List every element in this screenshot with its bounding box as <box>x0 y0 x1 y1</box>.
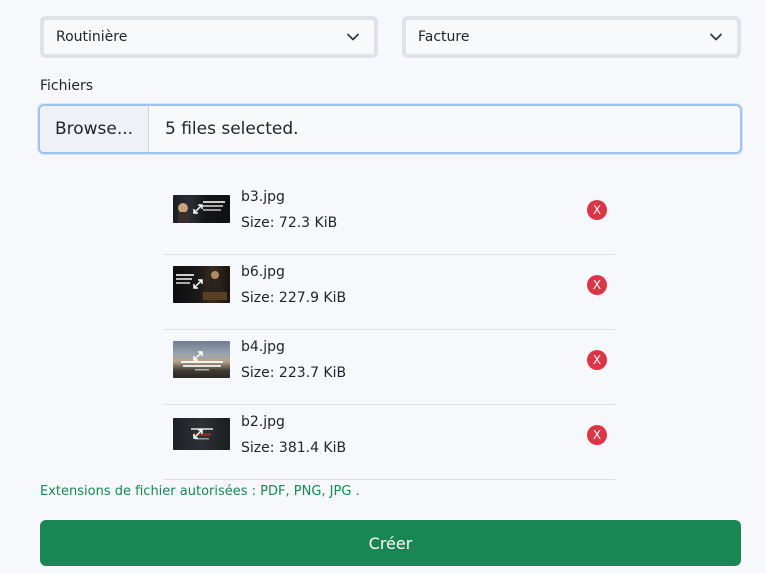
expand-icon <box>193 429 203 439</box>
file-name: b2.jpg <box>241 414 285 430</box>
file-name: b3.jpg <box>241 189 285 205</box>
file-size: Size: 72.3 KiB <box>241 215 338 231</box>
expand-icon <box>193 204 203 214</box>
file-thumbnail[interactable] <box>173 195 230 223</box>
file-input-status: 5 files selected. <box>165 119 299 139</box>
expand-icon <box>193 279 203 289</box>
file-thumbnail[interactable] <box>173 418 230 450</box>
create-button[interactable]: Créer <box>40 520 741 566</box>
file-size: Size: 227.9 KiB <box>241 290 347 306</box>
expand-icon <box>193 351 203 361</box>
file-input[interactable]: Browse... 5 files selected. <box>38 104 742 154</box>
file-list-item: b4.jpg Size: 223.7 KiB X <box>164 330 615 405</box>
file-size: Size: 381.4 KiB <box>241 440 347 456</box>
type-select[interactable]: Routinière <box>40 16 378 58</box>
browse-button[interactable]: Browse... <box>40 106 149 152</box>
files-label: Fichiers <box>40 78 94 94</box>
file-list-item: b2.jpg Size: 381.4 KiB X <box>164 405 615 480</box>
file-list-item: b3.jpg Size: 72.3 KiB X <box>164 180 615 255</box>
file-list-item: b6.jpg Size: 227.9 KiB X <box>164 255 615 330</box>
chevron-down-icon <box>710 33 722 41</box>
file-thumbnail[interactable] <box>173 266 230 303</box>
document-type-select[interactable]: Facture <box>402 16 741 58</box>
chevron-down-icon <box>347 33 359 41</box>
remove-file-button[interactable]: X <box>587 275 607 295</box>
document-type-select-value: Facture <box>418 29 470 45</box>
remove-file-button[interactable]: X <box>587 200 607 220</box>
file-name: b4.jpg <box>241 339 285 355</box>
type-select-value: Routinière <box>56 29 128 45</box>
file-thumbnail[interactable] <box>173 341 230 378</box>
remove-file-button[interactable]: X <box>587 425 607 445</box>
allowed-extensions-hint: Extensions de fichier autorisées : PDF, … <box>40 484 360 499</box>
file-list: b3.jpg Size: 72.3 KiB X b6.jpg Size: 227… <box>164 180 615 480</box>
file-size: Size: 223.7 KiB <box>241 365 347 381</box>
file-name: b6.jpg <box>241 264 285 280</box>
remove-file-button[interactable]: X <box>587 350 607 370</box>
